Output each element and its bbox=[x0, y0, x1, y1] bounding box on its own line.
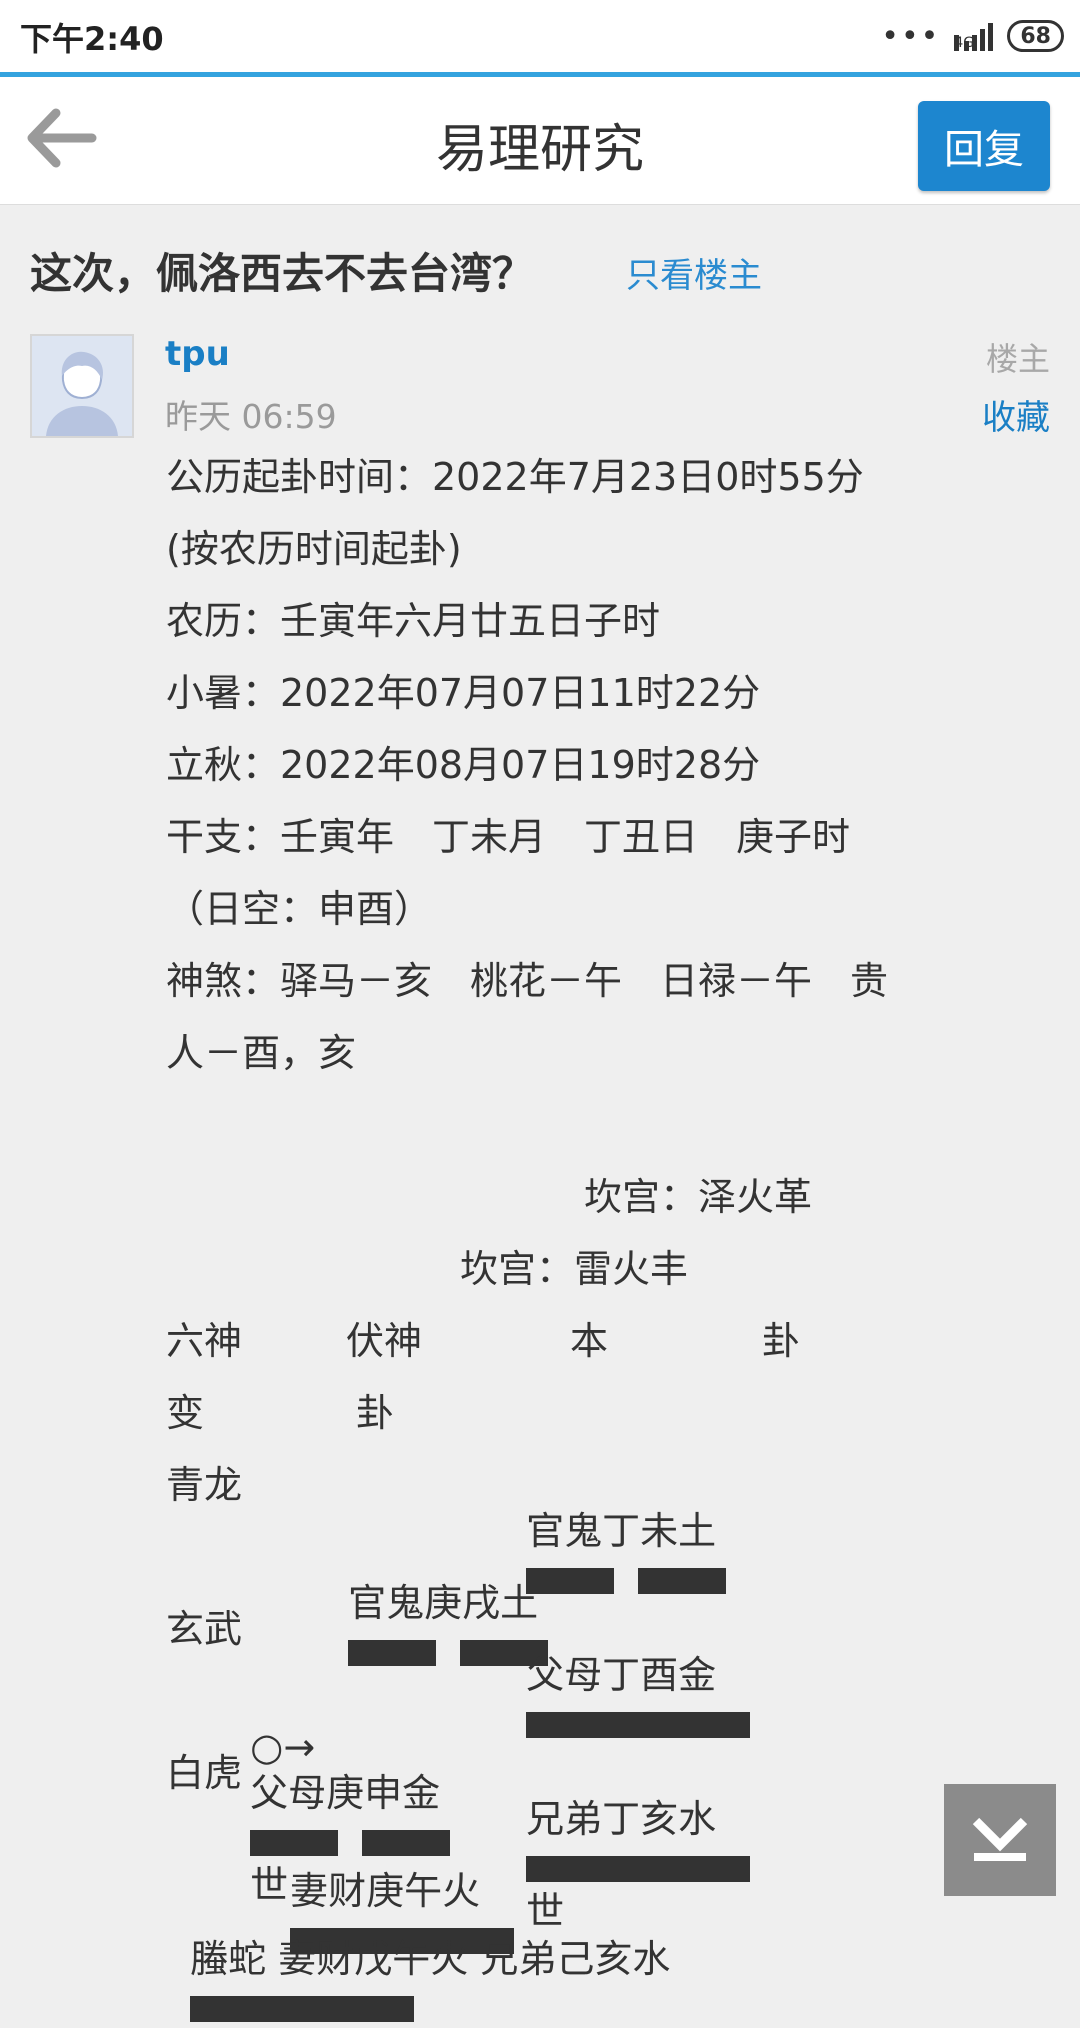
content-line: 坎宫：泽火革 bbox=[584, 1175, 813, 1219]
table-header-cell: 变 bbox=[166, 1391, 205, 1435]
table-row: 螣蛇 妻财戊午火 兄弟己亥水 bbox=[166, 1890, 670, 2028]
table-header-cell: 伏神 bbox=[346, 1319, 423, 1363]
status-icons: ••• 4G 68 bbox=[881, 14, 1064, 58]
line-text: 兄弟丁亥水 bbox=[526, 1797, 717, 1841]
more-dots-icon: ••• bbox=[881, 18, 941, 54]
yang-line bbox=[526, 1712, 751, 1738]
reply-button[interactable]: 回复 bbox=[918, 101, 1050, 191]
table-row: 父母丁酉金 bbox=[502, 1606, 751, 1744]
status-bar: 下午2:40 ••• 4G 68 bbox=[0, 0, 1080, 72]
line-text: 父母丁酉金 bbox=[526, 1653, 717, 1697]
line-text: 螣蛇 妻财戊午火 兄弟己亥水 bbox=[190, 1937, 671, 1981]
moving-line-mark: ○→ bbox=[250, 1725, 316, 1769]
content-line: 坎宫：雷火丰 bbox=[460, 1247, 689, 1291]
favorite-button[interactable]: 收藏 bbox=[982, 390, 1050, 439]
table-header-cell: 卦 bbox=[762, 1319, 801, 1363]
line-text: 官鬼丁未土 bbox=[526, 1509, 717, 1553]
content-line: 干支：壬寅年 丁未月 丁丑日 庚子时 bbox=[166, 815, 851, 859]
six-god-label: 白虎 bbox=[166, 1751, 243, 1795]
post-timestamp: 昨天 06:59 bbox=[165, 397, 337, 436]
six-god-label: 玄武 bbox=[166, 1607, 243, 1651]
content-line: (按农历时间起卦) bbox=[166, 527, 462, 571]
table-header-cell: 卦 bbox=[356, 1391, 395, 1435]
yang-line bbox=[526, 1856, 751, 1882]
only-op-link[interactable]: 只看楼主 bbox=[626, 248, 762, 297]
app-header: 易理研究 回复 bbox=[0, 77, 1080, 205]
avatar[interactable] bbox=[30, 334, 134, 438]
line-text: 父母庚申金 bbox=[250, 1771, 441, 1815]
yin-line bbox=[348, 1640, 437, 1666]
network-type: 4G bbox=[954, 35, 974, 51]
yang-line bbox=[190, 1996, 415, 2022]
content-line: 小暑：2022年07月07日11时22分 bbox=[166, 671, 761, 715]
signal-icon: 4G bbox=[954, 21, 994, 51]
content-line: 人－酉，亥 bbox=[166, 1031, 357, 1075]
content-line: 农历：壬寅年六月廿五日子时 bbox=[166, 599, 661, 643]
status-time: 下午2:40 bbox=[20, 20, 164, 58]
op-badge: 楼主 bbox=[985, 340, 1050, 378]
content-line: 神煞：驿马－亥 桃花－午 日禄－午 贵 bbox=[166, 959, 889, 1003]
arrow-down-icon bbox=[972, 1817, 1028, 1861]
content-line: 公历起卦时间：2022年7月23日0时55分 bbox=[166, 455, 864, 499]
scroll-to-bottom-button[interactable] bbox=[944, 1784, 1056, 1896]
six-god-label: 青龙 bbox=[166, 1463, 243, 1507]
table-header-cell: 六神 bbox=[166, 1319, 243, 1363]
author-name[interactable]: tpu bbox=[165, 334, 230, 374]
yin-line bbox=[638, 1568, 727, 1594]
thread-title: 这次，佩洛西去不去台湾？ bbox=[30, 249, 535, 298]
default-avatar-icon bbox=[32, 336, 132, 436]
battery-icon: 68 bbox=[1007, 20, 1064, 52]
table-header-cell: 本 bbox=[570, 1319, 609, 1363]
content-line: 立秋：2022年08月07日19时28分 bbox=[166, 743, 761, 787]
content-line: （日空：申酉） bbox=[166, 887, 433, 931]
